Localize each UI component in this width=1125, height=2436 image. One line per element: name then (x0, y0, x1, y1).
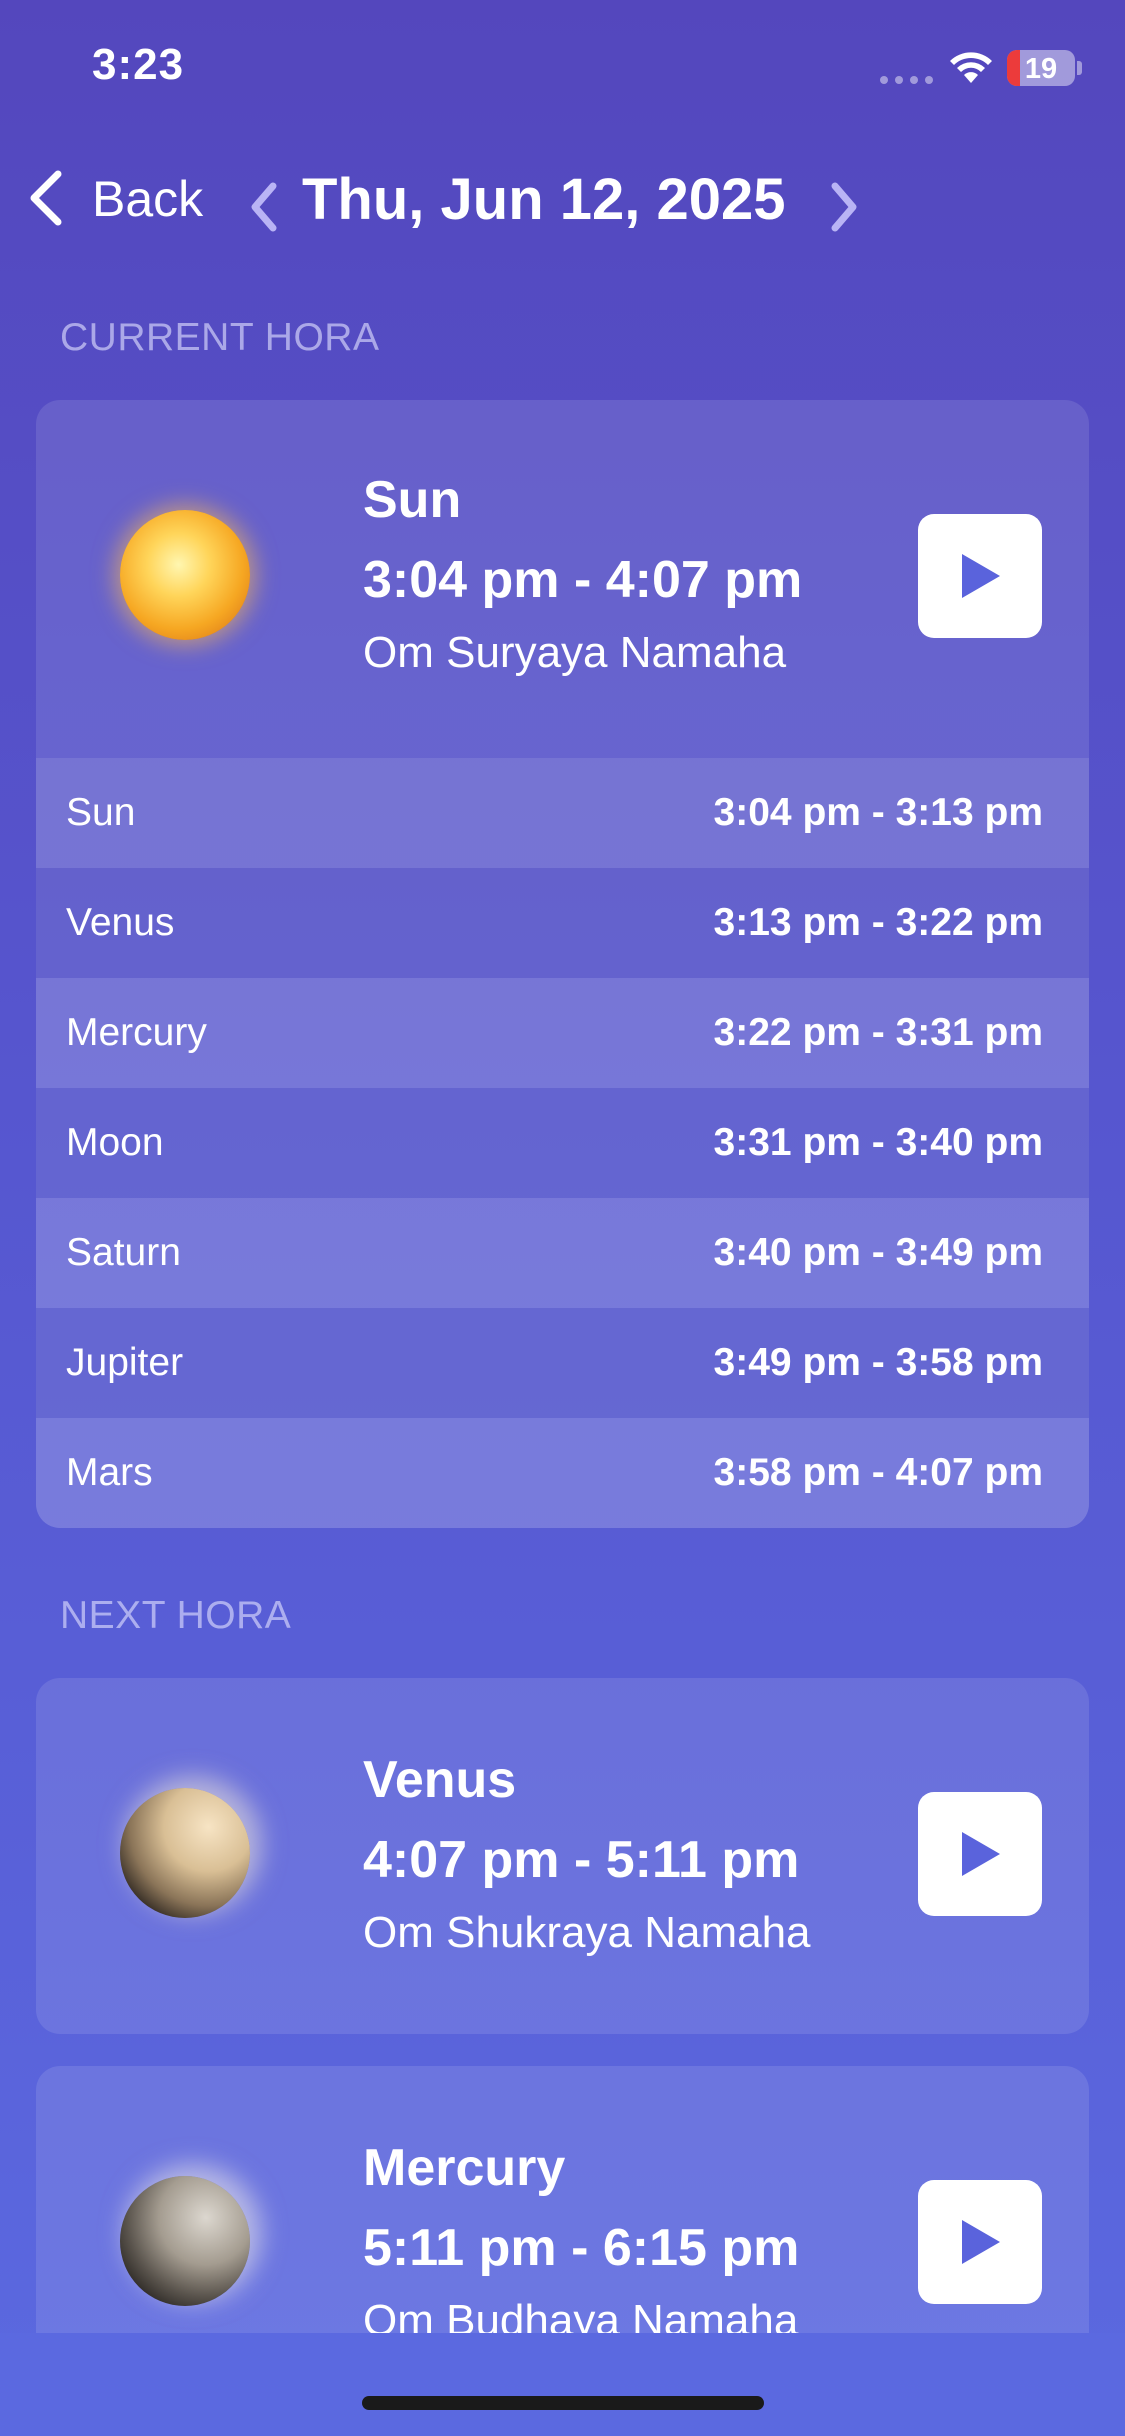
current-hora-header: Sun 3:04 pm - 4:07 pm Om Suryaya Namaha (36, 400, 1089, 758)
sub-hora-row: Mars 3:58 pm - 4:07 pm (36, 1418, 1089, 1528)
sub-hora-planet: Mars (66, 1451, 153, 1494)
sub-hora-row: Sun 3:04 pm - 3:13 pm (36, 758, 1089, 868)
sub-hora-time: 3:58 pm - 4:07 pm (713, 1451, 1043, 1494)
current-hora-label: CURRENT HORA (60, 316, 380, 359)
play-button[interactable] (918, 2180, 1042, 2304)
venus-planet-image (120, 1788, 250, 1918)
status-time: 3:23 (92, 40, 185, 89)
hora-time-range: 3:04 pm - 4:07 pm (363, 551, 803, 609)
hora-time-range: 5:11 pm - 6:15 pm (363, 2219, 800, 2277)
mercury-planet-image (120, 2176, 250, 2306)
hora-planet-name: Mercury (363, 2139, 566, 2197)
next-hora-label: NEXT HORA (60, 1594, 292, 1637)
sub-hora-row: Saturn 3:40 pm - 3:49 pm (36, 1198, 1089, 1308)
current-hora-card: Sun 3:04 pm - 4:07 pm Om Suryaya Namaha … (36, 400, 1089, 1528)
sub-hora-time: 3:04 pm - 3:13 pm (713, 791, 1043, 834)
play-icon (962, 2220, 1000, 2264)
date-title: Thu, Jun 12, 2025 (302, 167, 786, 232)
play-button[interactable] (918, 1792, 1042, 1916)
hora-mantra: Om Suryaya Namaha (363, 628, 787, 677)
sub-hora-time: 3:40 pm - 3:49 pm (713, 1231, 1043, 1274)
sub-hora-row: Mercury 3:22 pm - 3:31 pm (36, 978, 1089, 1088)
hora-mantra: Om Shukraya Namaha (363, 1908, 811, 1957)
back-chevron-icon[interactable] (24, 168, 68, 233)
sub-hora-planet: Venus (66, 901, 175, 944)
sub-hora-planet: Jupiter (66, 1341, 184, 1384)
hora-planet-name: Venus (363, 1751, 517, 1809)
play-icon (962, 554, 1000, 598)
play-button[interactable] (918, 514, 1042, 638)
battery-icon: 19 (1007, 50, 1075, 86)
sub-hora-table: Sun 3:04 pm - 3:13 pm Venus 3:13 pm - 3:… (36, 758, 1089, 1528)
next-hora-card: Venus 4:07 pm - 5:11 pm Om Shukraya Nama… (36, 1678, 1089, 2034)
chevron-right-icon[interactable] (826, 180, 862, 239)
sub-hora-planet: Moon (66, 1121, 164, 1164)
home-indicator[interactable] (362, 2396, 764, 2410)
sub-hora-time: 3:13 pm - 3:22 pm (713, 901, 1043, 944)
sub-hora-row: Jupiter 3:49 pm - 3:58 pm (36, 1308, 1089, 1418)
back-button[interactable]: Back (92, 170, 203, 228)
sub-hora-time: 3:31 pm - 3:40 pm (713, 1121, 1043, 1164)
cellular-signal-icon (880, 76, 933, 84)
sun-planet-image (120, 510, 250, 640)
sub-hora-row: Venus 3:13 pm - 3:22 pm (36, 868, 1089, 978)
bottom-safe-area (0, 2333, 1125, 2436)
sub-hora-planet: Mercury (66, 1011, 207, 1054)
next-hora-card: Mercury 5:11 pm - 6:15 pm Om Budhaya Nam… (36, 2066, 1089, 2366)
sub-hora-planet: Sun (66, 791, 136, 834)
hora-time-range: 4:07 pm - 5:11 pm (363, 1831, 800, 1889)
sub-hora-row: Moon 3:31 pm - 3:40 pm (36, 1088, 1089, 1198)
sub-hora-time: 3:22 pm - 3:31 pm (713, 1011, 1043, 1054)
wifi-icon (948, 50, 994, 89)
sub-hora-time: 3:49 pm - 3:58 pm (713, 1341, 1043, 1384)
hora-planet-name: Sun (363, 471, 462, 529)
play-icon (962, 1832, 1000, 1876)
battery-level: 19 (1024, 53, 1058, 85)
battery-cap (1077, 61, 1082, 75)
sub-hora-planet: Saturn (66, 1231, 181, 1274)
chevron-left-icon[interactable] (246, 180, 282, 239)
